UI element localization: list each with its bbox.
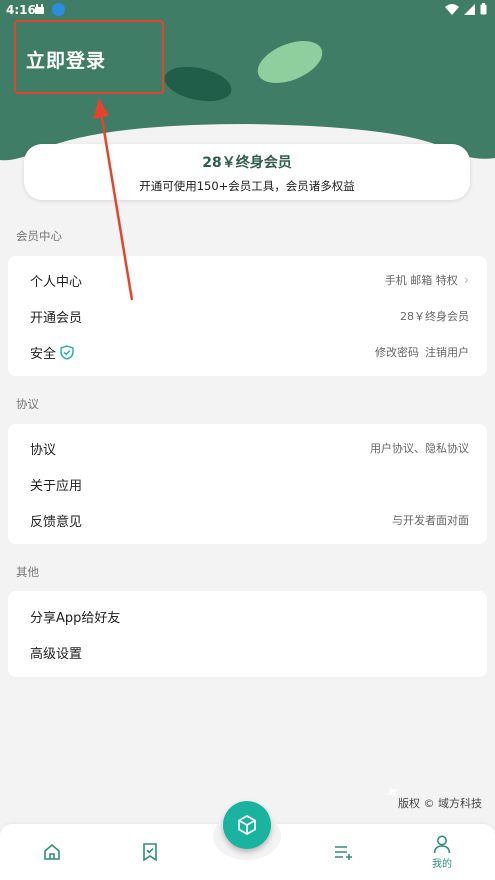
shield-check-icon	[60, 344, 74, 360]
home-icon	[44, 843, 60, 860]
row-agreement[interactable]: 协议 用户协议、隐私协议	[8, 430, 487, 466]
personal-center-value: 手机 邮箱 特权	[384, 274, 458, 287]
section-label-member: 会员中心	[16, 229, 62, 243]
change-password-link[interactable]: 修改密码	[375, 344, 419, 360]
vip-title: 28￥终身会员	[202, 155, 292, 171]
delete-account-link[interactable]: 注销用户	[425, 344, 469, 360]
row-label: 高级设置	[30, 646, 83, 662]
row-share-app[interactable]: 分享App给好友	[8, 598, 487, 634]
signal-icon	[464, 3, 475, 15]
cube-icon	[238, 815, 256, 835]
other-card: 分享App给好友 高级设置	[8, 591, 487, 677]
user-icon	[433, 835, 451, 854]
row-label: 分享App给好友	[30, 610, 121, 626]
row-value: 用户协议、隐私协议	[370, 442, 469, 455]
security-label: 安全	[30, 346, 57, 362]
login-button[interactable]: 立即登录	[26, 46, 106, 73]
status-bar: 4:16	[0, 0, 495, 22]
login-highlight-box: 立即登录	[14, 20, 164, 94]
row-value: 与开发者面对面	[392, 514, 469, 527]
row-security[interactable]: 安全 修改密码 注销用户	[8, 334, 487, 370]
wifi-icon	[445, 3, 459, 15]
row-about-app[interactable]: 关于应用	[8, 466, 487, 502]
app-notification-icon	[52, 3, 65, 16]
member-card: 个人中心 手机 邮箱 特权 › 开通会员 28￥终身会员 安全 修改密码 注销用…	[8, 256, 487, 376]
copyright-text: 版权 © 域方科技	[398, 797, 482, 810]
tab-mine[interactable]: 我的	[412, 824, 472, 880]
status-time: 4:16	[6, 3, 36, 17]
vip-card[interactable]: 28￥终身会员 开通可使用150+会员工具，会员诸多权益	[24, 144, 470, 200]
playlist-add-icon	[335, 846, 352, 860]
battery-icon	[480, 3, 487, 15]
row-label: 个人中心	[30, 274, 83, 290]
notification-icon	[35, 4, 44, 14]
row-label: 开通会员	[30, 310, 83, 326]
row-value: 28￥终身会员	[400, 310, 469, 323]
section-label-other: 其他	[16, 565, 39, 579]
row-open-vip[interactable]: 开通会员 28￥终身会员	[8, 298, 487, 334]
tab-playlist[interactable]	[314, 824, 374, 880]
row-feedback[interactable]: 反馈意见 与开发者面对面	[8, 502, 487, 538]
row-value: 手机 邮箱 特权 ›	[385, 272, 469, 288]
agreement-card: 协议 用户协议、隐私协议 关于应用 反馈意见 与开发者面对面	[8, 424, 487, 544]
row-label: 安全	[30, 343, 74, 362]
section-label-agreement: 协议	[16, 397, 39, 411]
row-label: 协议	[30, 442, 57, 458]
tab-home[interactable]	[22, 824, 82, 880]
center-action-button[interactable]	[223, 801, 271, 849]
row-advanced-settings[interactable]: 高级设置	[8, 634, 487, 670]
row-value: 修改密码 注销用户	[375, 344, 469, 360]
row-personal-center[interactable]: 个人中心 手机 邮箱 特权 ›	[8, 262, 487, 298]
bookmark-check-icon	[143, 843, 157, 861]
tab-bookmarks[interactable]	[120, 824, 180, 880]
chevron-right-icon: ›	[463, 272, 469, 288]
vip-subtitle: 开通可使用150+会员工具，会员诸多权益	[139, 179, 355, 193]
row-label: 关于应用	[30, 478, 83, 494]
row-label: 反馈意见	[30, 514, 83, 530]
tab-mine-label: 我的	[432, 859, 452, 870]
status-icons	[445, 3, 487, 15]
